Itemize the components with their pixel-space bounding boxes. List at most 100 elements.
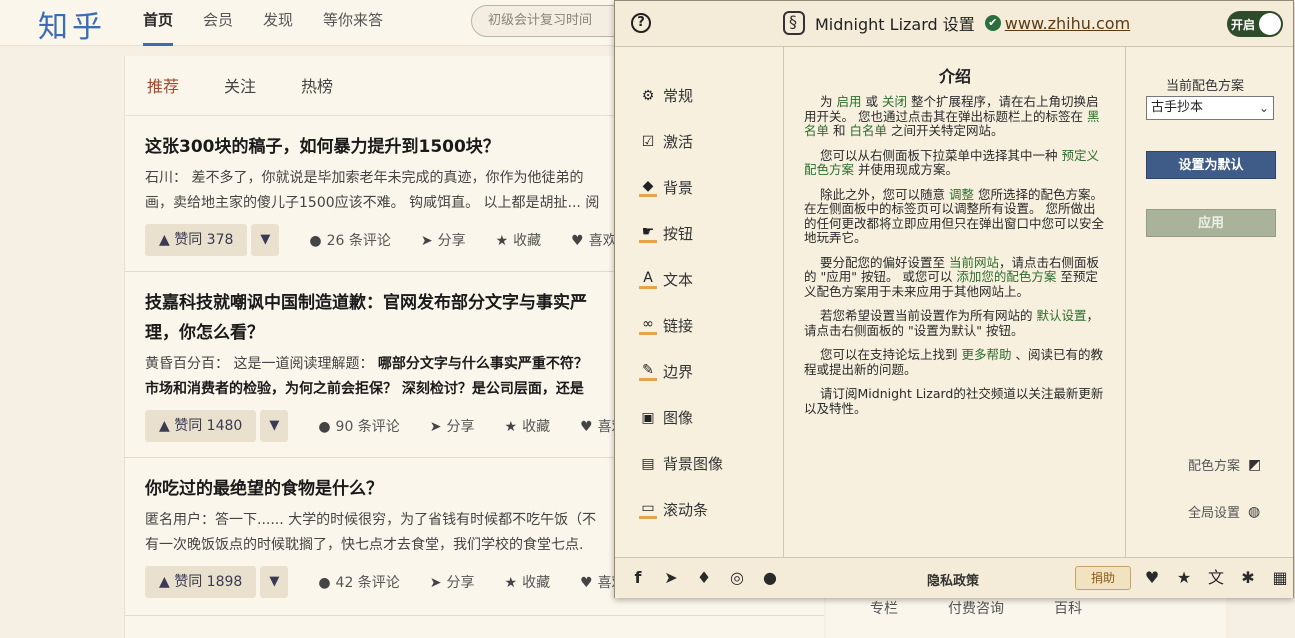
link-label: 全局设置 [1188,506,1241,521]
github-icon[interactable]: ● [761,568,779,588]
item-excerpt[interactable]: 黄昏百分百： 这是一道阅读理解题： 哪部分文字与什么事实严重不符？ 市场和消费者… [145,352,615,402]
item-title[interactable]: 技嘉科技就嘲讽中国制造道歉：官网发布部分文字与事实严 [145,288,615,318]
tab-recommend[interactable]: 推荐 [147,56,179,115]
nav-home[interactable]: 首页 [143,0,174,46]
comment-button[interactable]: ● 26 条评论 [309,230,390,250]
excerpt-line: 石川： 差不多了，你就说是毕加索老年未完成的真迹，你作为他徒弟的 [145,170,584,186]
side-item-scrollbars[interactable]: ▭ 滚动条 [639,499,708,520]
share-button[interactable]: ➤ 分享 [421,230,466,250]
side-item-background[interactable]: ◆ 背景 [639,177,693,198]
like-button[interactable]: ♥ 喜欢 [571,230,617,250]
t-link[interactable]: 启用 [836,94,861,109]
link-column[interactable]: 专栏 [870,598,898,618]
vote-down-button[interactable]: ▼ [260,566,289,598]
share-button[interactable]: ➤ 分享 [430,572,475,592]
tab-follow[interactable]: 关注 [224,56,256,115]
vote-down-button[interactable]: ▼ [260,410,289,442]
site-link[interactable]: www.zhihu.com [1005,14,1130,33]
scheme-label: 当前配色方案 [1166,79,1245,94]
facebook-icon[interactable]: f [629,568,647,588]
favorite-label: 收藏 [513,233,542,249]
side-item-buttons[interactable]: ☛ 按钮 [639,223,693,244]
t-link[interactable]: 默认设置 [1036,308,1086,323]
comment-icon: ● [318,575,331,591]
tab-hot[interactable]: 热榜 [301,56,333,115]
side-item-label: 激活 [663,133,694,151]
item-title[interactable]: 你吃过的最绝望的食物是什么？ [145,474,615,504]
side-item-borders[interactable]: ✎ 边界 [639,361,693,382]
t-link[interactable]: 更多帮助 [961,347,1011,362]
link-icon: ∞ [639,316,657,335]
comment-icon: ● [309,233,322,249]
image-icon: ▣ [641,409,655,426]
comment-button[interactable]: ● 90 条评论 [318,416,399,436]
link-wiki[interactable]: 百科 [1054,598,1082,618]
comment-button[interactable]: ● 42 条评论 [318,572,399,592]
color-schemes-link[interactable]: 配色方案 ◩ [1188,455,1261,475]
like-label: 喜欢 [588,233,617,249]
side-item-general[interactable]: ⚙ 常规 [639,85,693,106]
midnight-lizard-popup: ? Midnight Lizard 设置 ✔ www.zhihu.com 开启 … [614,0,1294,598]
nav-vip[interactable]: 会员 [203,0,233,46]
vote-up-button[interactable]: ▲ 赞同 1898 [145,566,257,598]
intro-paragraph: 要分配您的偏好设置至 当前网站，请点击右侧面板的 "应用" 按钮。 或您可以 添… [804,255,1107,300]
help-icon[interactable]: ? [631,13,651,33]
heart-icon[interactable]: ♥ [1143,568,1161,588]
t: 您可以从右侧面板下拉菜单中选择其中一种 [820,147,1062,163]
telegram-icon[interactable]: ➤ [662,568,680,588]
instagram-icon[interactable]: ◎ [728,568,746,588]
translate-icon[interactable]: 文 [1207,568,1225,588]
calendar-icon[interactable]: ▦ [1271,568,1289,588]
intro-paragraph: 您可以在支持论坛上找到 更多帮助 、阅读已有的教程或提出新的问题。 [804,347,1107,377]
popup-title: Midnight Lizard 设置 ✔ www.zhihu.com [783,11,1130,35]
item-title[interactable]: 这张300块的稿子，如何暴力提升到1500块？ [145,132,615,162]
popup-intro: 介绍 为 启用 或 关闭 整个扩展程序，请在右上角切换启用开关。 您也通过点击其… [785,47,1125,557]
paper-plane-icon: ➤ [429,419,442,435]
t-link[interactable]: 当前网站 [949,255,999,270]
t-link[interactable]: 添加您的配色方案 [956,269,1056,284]
popup-right-panel: 当前配色方案 古手抄本 ⌄ 设置为默认 应用 配色方案 ◩ 全局设置 ◍ [1125,47,1293,557]
enable-toggle[interactable]: 开启 [1227,11,1283,37]
side-item-bg-images[interactable]: ▤ 背景图像 [639,453,723,474]
vote-up-button[interactable]: ▲ 赞同 378 [145,224,248,256]
social-icons: f ➤ ♦ ◎ ● [629,568,794,588]
favorite-button[interactable]: ★ 收藏 [505,572,551,592]
nav-answer[interactable]: 等你来答 [323,0,383,46]
side-item-images[interactable]: ▣ 图像 [639,407,693,428]
favorite-label: 收藏 [522,419,551,435]
star-icon: ★ [495,233,509,249]
t-link[interactable]: 白名单 [849,123,887,138]
apply-button[interactable]: 应用 [1146,209,1276,237]
excerpt-bold: 市场和消费者的检验，为何之前会拒保？ 深刻检讨？是公司层面，还是 [145,381,584,397]
excerpt-line: 黄昏百分百： 这是一道阅读理解题： 哪部分文字与什么事实严重不符？ [145,352,615,377]
main-nav: 首页 会员 发现 等你来答 [143,0,413,46]
privacy-link[interactable]: 隐私政策 [927,570,979,589]
side-item-activate[interactable]: ☑ 激活 [639,131,693,152]
t-link[interactable]: 关闭 [882,94,907,109]
star-icon[interactable]: ★ [1175,568,1193,588]
favorite-button[interactable]: ★ 收藏 [505,416,551,436]
scrollbar-icon: ▭ [639,500,657,519]
scheme-select[interactable]: 古手抄本 ⌄ [1146,96,1274,120]
nav-discover[interactable]: 发现 [263,0,293,46]
vote-down-button[interactable]: ▼ [251,224,280,256]
heart-icon: ♥ [580,419,593,435]
side-item-text[interactable]: A 文本 [639,269,693,290]
donate-button[interactable]: 捐助 [1075,566,1131,590]
vote-up-button[interactable]: ▲ 赞同 1480 [145,410,257,442]
global-settings-link[interactable]: 全局设置 ◍ [1188,502,1260,522]
favorite-button[interactable]: ★ 收藏 [496,230,542,250]
side-item-links[interactable]: ∞ 链接 [639,315,693,336]
item-title-line2[interactable]: 理，你怎么看？ [145,318,615,348]
share-button[interactable]: ➤ 分享 [430,416,475,436]
star-icon: ★ [504,575,518,591]
twitter-icon[interactable]: ♦ [695,568,713,588]
link-consult[interactable]: 付费咨询 [948,598,1004,618]
item-excerpt[interactable]: 匿名用户：答一下...... 大学的时候很穷，为了省钱有时候都不吃午饭（不 有一… [145,508,615,558]
set-default-button[interactable]: 设置为默认 [1146,151,1276,179]
zhihu-logo[interactable]: 知乎 [38,2,106,46]
bug-icon[interactable]: ✱ [1239,568,1257,588]
t-link[interactable]: 调整 [949,187,974,202]
item-excerpt[interactable]: 石川： 差不多了，你就说是毕加索老年未完成的真迹，你作为他徒弟的 画，卖给地主家… [145,166,615,216]
check-circle-icon: ✔ [984,15,1001,31]
